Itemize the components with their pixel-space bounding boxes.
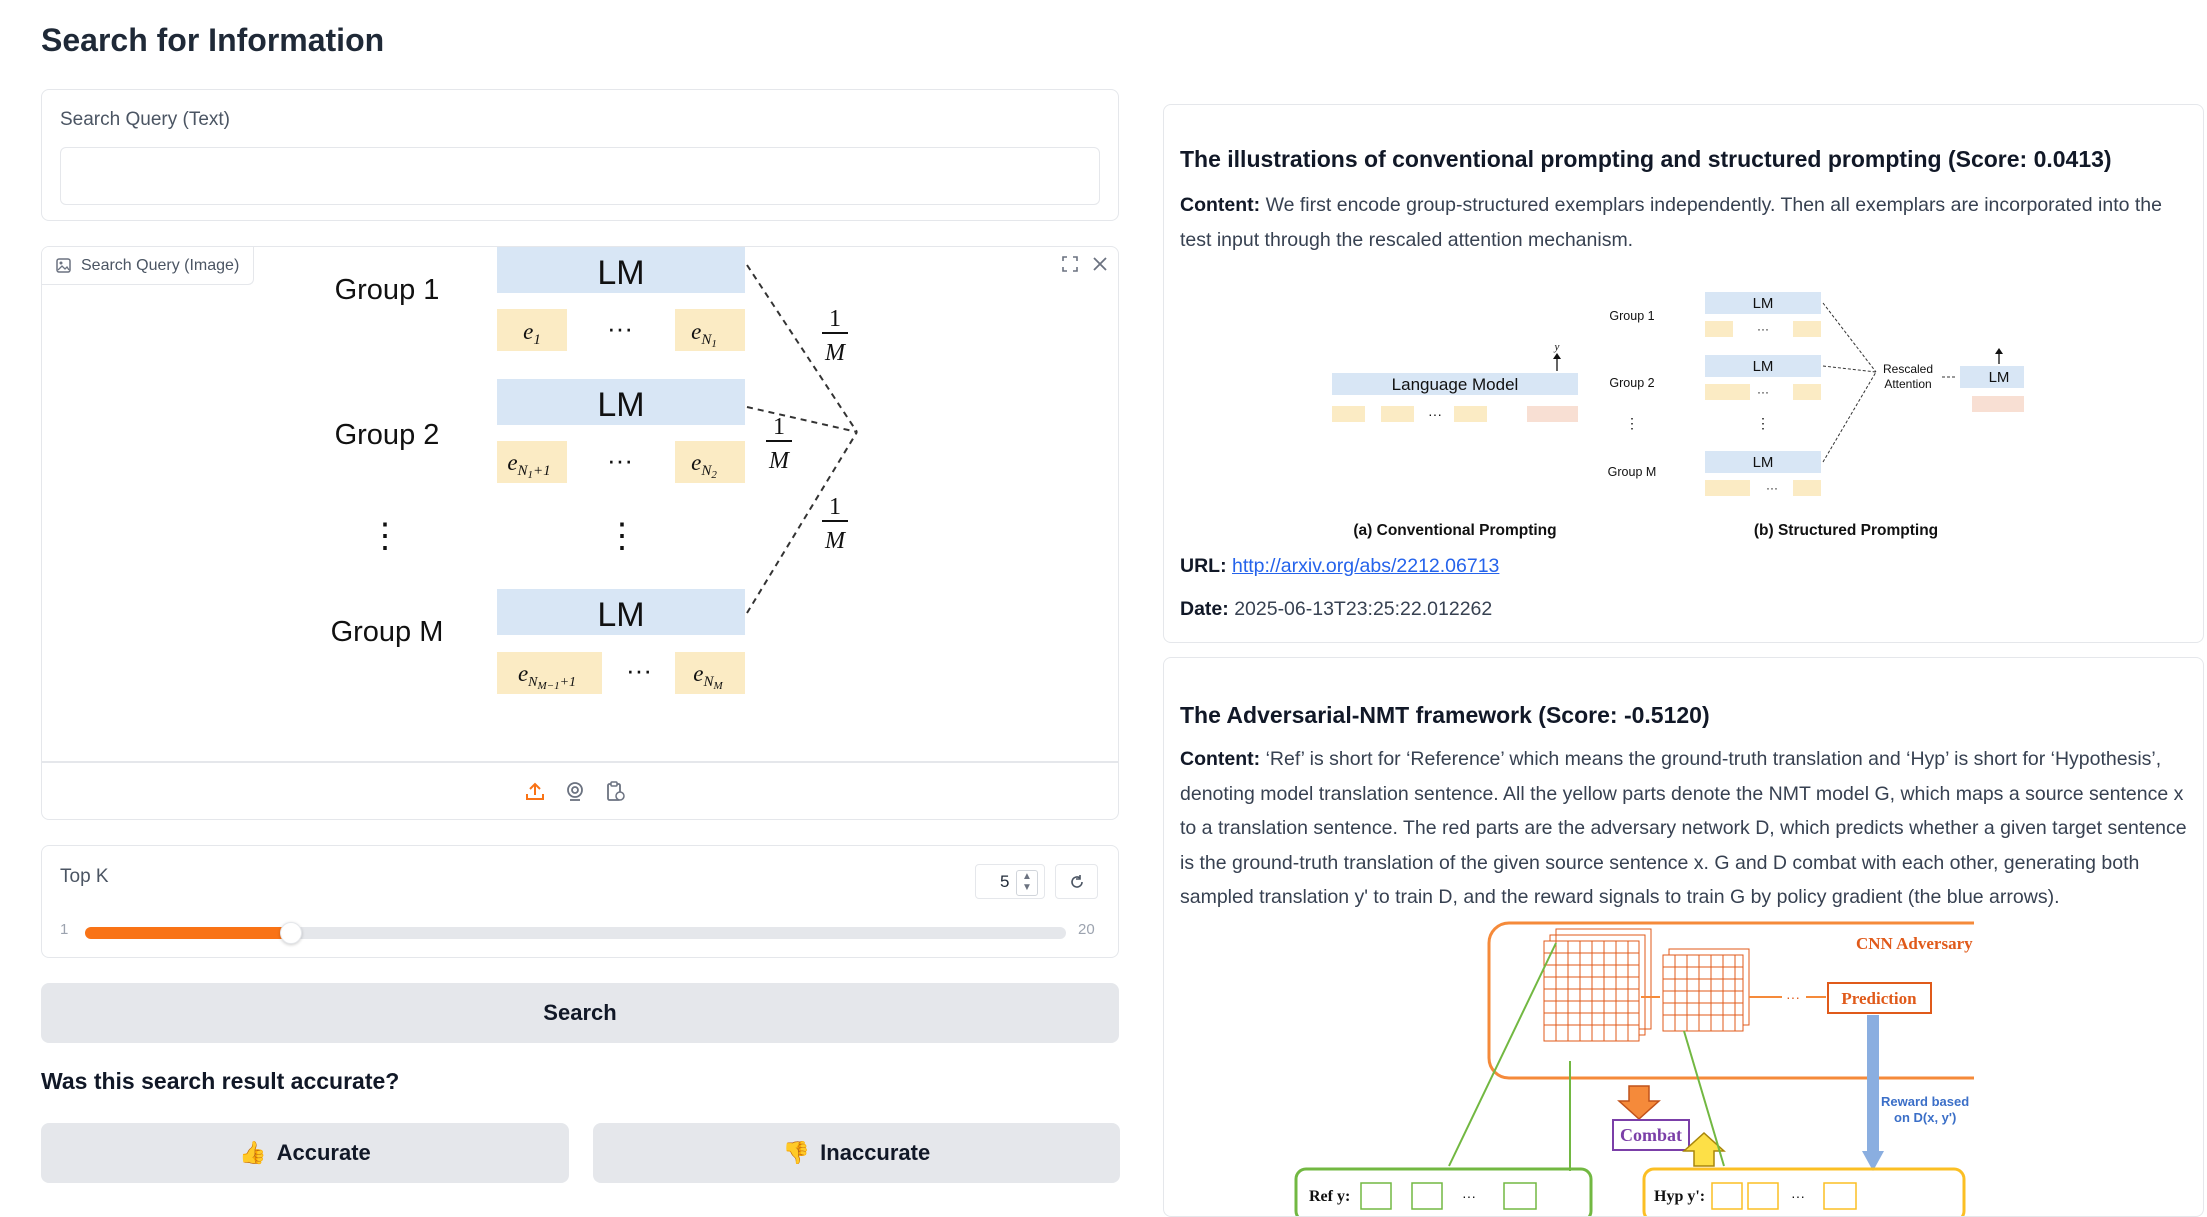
webcam-icon xyxy=(567,782,583,801)
topk-slider-track[interactable] xyxy=(85,922,1066,944)
svg-text:···: ··· xyxy=(1428,406,1442,422)
text-query-panel: Search Query (Text) xyxy=(41,89,1119,221)
topk-number-input[interactable]: 5 ▲ ▼ xyxy=(975,864,1045,899)
result-1-figure: Language Model ··· y (a) Conventional Pr… xyxy=(1332,292,2024,539)
query-image-figure: Group 1 Group 2 ⋮ Group M LM e1 ··· eN1 … xyxy=(331,247,858,694)
topk-panel: Top K 5 ▲ ▼ 1 20 xyxy=(41,845,1119,958)
fig1-groupm: Group M xyxy=(1608,465,1657,479)
accurate-label: Accurate xyxy=(276,1140,371,1165)
fig1-group2: Group 2 xyxy=(1609,376,1654,390)
svg-text:1: 1 xyxy=(829,306,841,332)
fig1-caption-b: (b) Structured Prompting xyxy=(1754,522,1938,539)
group-2-label: Group 2 xyxy=(335,419,440,451)
group-1-label: Group 1 xyxy=(335,274,440,306)
lm-label-m: LM xyxy=(597,596,644,634)
result-1-content-prefix: Content: xyxy=(1180,194,1261,216)
svg-text:y: y xyxy=(1554,341,1560,353)
fig1-caption-a: (a) Conventional Prompting xyxy=(1353,522,1556,539)
result-1-content-text: We first encode group-structured exempla… xyxy=(1180,194,2162,251)
result-1-url-link[interactable]: http://arxiv.org/abs/2212.06713 xyxy=(1232,555,1499,577)
stepper-icon[interactable]: ▲ ▼ xyxy=(1016,870,1038,896)
svg-text:⋮: ⋮ xyxy=(1625,415,1639,431)
fig1-group1: Group 1 xyxy=(1609,309,1654,323)
topk-label: Top K xyxy=(60,866,109,887)
group-dots: ⋮ xyxy=(368,517,402,555)
accurate-button[interactable]: 👍 Accurate xyxy=(41,1123,569,1183)
slider-min-label: 1 xyxy=(60,921,69,938)
vertical-dots: ⋮ xyxy=(605,517,639,555)
ellipsis-2: ··· xyxy=(607,445,633,475)
result-1-date: 2025-06-13T23:25:22.012262 xyxy=(1234,598,1493,620)
svg-text:1: 1 xyxy=(829,494,841,520)
search-text-input[interactable] xyxy=(60,147,1100,205)
image-query-panel: Search Query (Image) Group 1 Group 2 ⋮ G… xyxy=(41,246,1119,820)
text-query-label: Search Query (Text) xyxy=(60,109,230,130)
slider-max-label: 20 xyxy=(1078,921,1095,938)
fig2-reward2: on D(x, y') xyxy=(1894,1110,1956,1125)
svg-text:···: ··· xyxy=(1462,1188,1476,1204)
thumbs-down-icon: 👎 xyxy=(782,1140,811,1165)
topk-slider-thumb[interactable] xyxy=(280,922,302,944)
result-2-content: Content: ‘Ref’ is short for ‘Reference’ … xyxy=(1180,742,2190,915)
ellipsis-m: ··· xyxy=(626,655,652,685)
svg-text:M: M xyxy=(824,340,847,366)
group-m-label: Group M xyxy=(331,616,444,648)
webcam-button[interactable] xyxy=(560,776,590,806)
svg-text:···: ··· xyxy=(1757,385,1769,399)
result-card-2: The Adversarial-NMT framework (Score: -0… xyxy=(1163,657,2204,1217)
svg-text:⋮: ⋮ xyxy=(1756,415,1770,431)
paste-clipboard-button[interactable] xyxy=(600,776,630,806)
result-1-date-row: Date: 2025-06-13T23:25:22.012262 xyxy=(1180,592,1492,627)
page-title: Search for Information xyxy=(41,22,385,58)
result-2-figure: ··· CNN Adversary D Prediction Reward ba… xyxy=(1294,921,1974,1216)
inaccurate-label: Inaccurate xyxy=(820,1140,931,1165)
reset-icon xyxy=(1070,874,1083,888)
fig2-hyp: Hyp y': xyxy=(1654,1188,1705,1205)
image-toolbar-divider xyxy=(42,761,1118,763)
feedback-question: Was this search result accurate? xyxy=(41,1068,400,1094)
result-1-url-label: URL: xyxy=(1180,555,1227,577)
result-2-content-text: ‘Ref’ is short for ‘Reference’ which mea… xyxy=(1180,748,2187,908)
reset-topk-button[interactable] xyxy=(1055,864,1098,899)
search-button[interactable]: Search xyxy=(41,983,1119,1043)
topk-value: 5 xyxy=(1000,871,1010,891)
fig1-lm-m: LM xyxy=(1753,454,1774,471)
svg-text:1: 1 xyxy=(773,414,785,440)
svg-text:M: M xyxy=(824,528,847,554)
result-card-1: The illustrations of conventional prompt… xyxy=(1163,104,2204,643)
svg-text:···: ··· xyxy=(1757,322,1769,336)
upload-icon xyxy=(526,782,544,800)
fig1-attention: Attention xyxy=(1884,377,1931,391)
result-2-title: The Adversarial-NMT framework (Score: -0… xyxy=(1180,702,1710,728)
clipboard-icon xyxy=(607,781,625,801)
result-1-url-row: URL: http://arxiv.org/abs/2212.06713 xyxy=(1180,549,1499,584)
result-1-content: Content: We first encode group-structure… xyxy=(1180,188,2190,257)
lm-label-1: LM xyxy=(597,254,644,292)
fig1-lm-1: LM xyxy=(1753,295,1774,312)
lm-label-2: LM xyxy=(597,386,644,424)
result-2-content-prefix: Content: xyxy=(1180,748,1261,770)
fig1-language-model: Language Model xyxy=(1392,375,1519,394)
svg-text:···: ··· xyxy=(1766,481,1778,495)
result-1-date-label: Date: xyxy=(1180,598,1229,620)
topk-slider-fill xyxy=(85,927,291,939)
ellipsis-1: ··· xyxy=(607,313,633,343)
upload-button[interactable] xyxy=(520,776,550,806)
fig2-combat: Combat xyxy=(1620,1125,1682,1145)
thumbs-up-icon: 👍 xyxy=(239,1140,267,1165)
svg-text:M: M xyxy=(768,448,791,474)
fig2-ref: Ref y: xyxy=(1309,1188,1350,1205)
fig1-lm-2: LM xyxy=(1753,358,1774,375)
fig2-cnn-label: CNN Adversary D xyxy=(1856,934,1974,953)
svg-text:···: ··· xyxy=(1786,989,1800,1005)
fig2-reward1: Reward based xyxy=(1881,1094,1969,1109)
result-1-title: The illustrations of conventional prompt… xyxy=(1180,146,2112,172)
svg-text:···: ··· xyxy=(1791,1188,1805,1204)
inaccurate-button[interactable]: 👎 Inaccurate xyxy=(593,1123,1120,1183)
fig2-prediction: Prediction xyxy=(1841,989,1917,1008)
fig1-rescaled: Rescaled xyxy=(1883,362,1933,376)
fig1-lm-out: LM xyxy=(1989,369,2010,386)
